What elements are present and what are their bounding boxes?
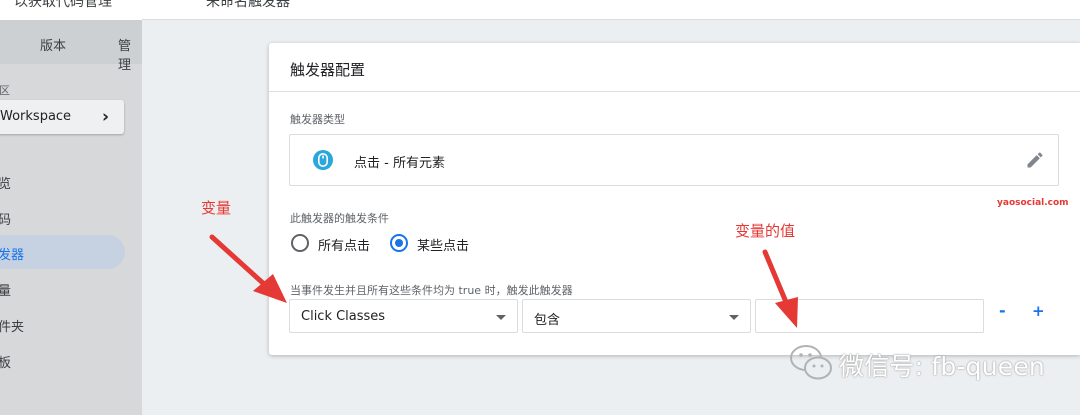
wechat-icon: [790, 345, 832, 380]
annotation-arrow-value: [762, 249, 798, 328]
annotation-arrow-variable: [209, 234, 287, 303]
wechat-watermark: 微信号: fb-queen: [787, 343, 1080, 383]
wechat-id-text: 微信号: fb-queen: [839, 352, 1045, 381]
